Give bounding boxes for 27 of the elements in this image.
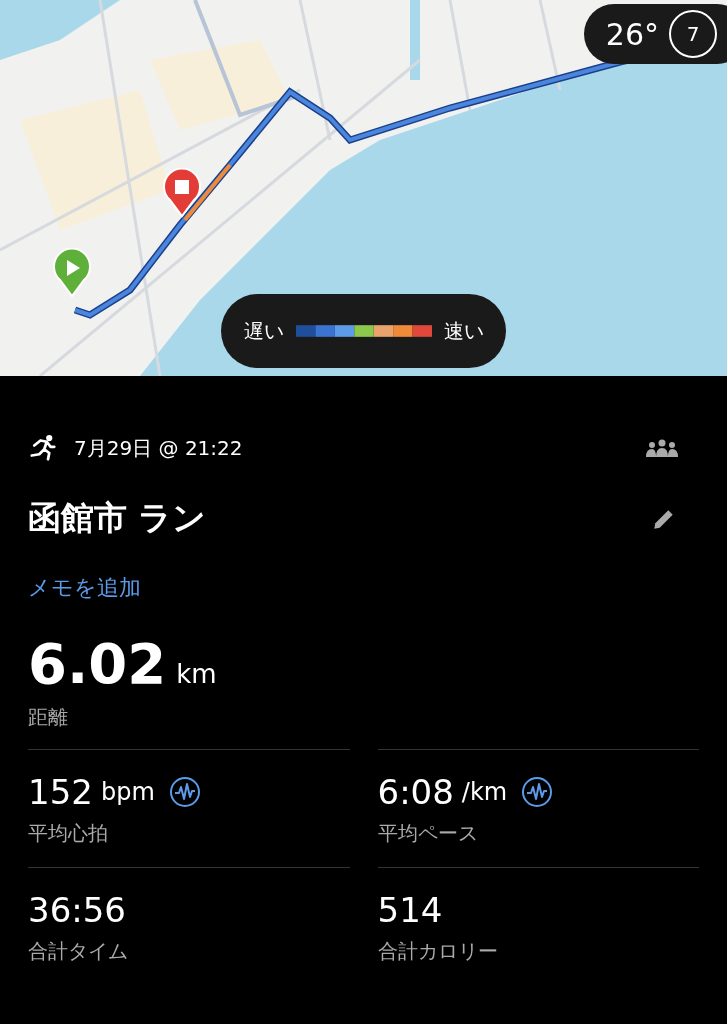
distance-label: 距離 [28,704,68,731]
distance-unit: km [176,659,217,689]
metric-label: 合計タイム [28,938,128,965]
metric-value: 152 [28,772,93,812]
start-pin-icon [52,248,92,298]
fast-label: 速い [443,317,484,345]
metric-label: 平均心拍 [28,820,108,847]
distance-value: 6.02 [28,631,167,696]
temperature: 26° [605,16,659,52]
add-note-link[interactable]: メモを追加 [28,573,141,603]
weather-badge[interactable]: 26° 7 [583,4,727,64]
index-dial: 7 [669,10,717,58]
pulse-icon[interactable] [168,776,201,808]
activity-date: 7月29日 @ 21:22 [74,434,244,462]
metric-value: 36:56 [28,890,126,930]
stop-pin-icon [162,168,202,218]
group-icon[interactable] [645,439,679,457]
slow-label: 遅い [243,317,284,345]
pulse-icon[interactable] [521,776,554,808]
metric-label: 合計カロリー [377,938,498,965]
metric-value: 6:08 [377,772,454,812]
metric-value: 514 [377,890,443,930]
metric-unit: bpm [100,778,155,806]
metric-label: 平均ペース [377,820,478,847]
metric-unit: /km [461,778,508,806]
activity-title: 函館市 ラン [28,497,208,539]
runner-icon [28,433,58,463]
